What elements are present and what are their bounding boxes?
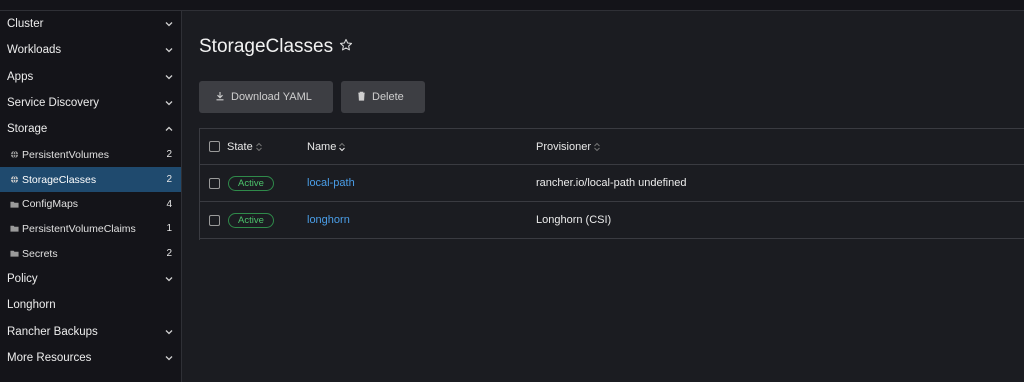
delete-label: Delete <box>372 91 404 103</box>
name-cell: longhorn <box>307 202 350 238</box>
table-row[interactable]: Active local-path rancher.io/local-path … <box>200 165 1024 202</box>
sort-descending-icon <box>338 142 346 152</box>
row-select-cell <box>209 202 220 238</box>
trash-icon <box>357 91 366 104</box>
storageclass-name-link[interactable]: local-path <box>307 177 355 189</box>
storageclass-name-link[interactable]: longhorn <box>307 214 350 226</box>
sidebar-item-storageclasses[interactable]: StorageClasses 2 <box>0 167 181 192</box>
sidebar-group-label: Workloads <box>7 44 62 57</box>
chevron-down-icon <box>164 327 174 337</box>
sidebar-group-workloads[interactable]: Workloads <box>0 37 181 63</box>
star-outline-icon[interactable] <box>339 38 353 56</box>
sidebar-group-apps[interactable]: Apps <box>0 64 181 90</box>
sidebar-group-service-discovery[interactable]: Service Discovery <box>0 90 181 116</box>
row-select-cell <box>209 165 220 201</box>
folder-icon <box>10 249 19 258</box>
sidebar-item-persistentvolumeclaims[interactable]: PersistentVolumeClaims 1 <box>0 217 181 242</box>
folder-icon <box>10 200 19 209</box>
sidebar-group-label: More Resources <box>7 351 92 364</box>
sidebar-item-label: Secrets <box>22 247 58 260</box>
item-count: 2 <box>166 174 172 186</box>
sidebar-group-cluster[interactable]: Cluster <box>0 11 181 37</box>
provisioner-cell: Longhorn (CSI) <box>536 202 611 238</box>
item-count: 4 <box>166 198 172 210</box>
globe-icon <box>10 150 19 159</box>
sidebar-group-label: Cluster <box>7 18 44 31</box>
sidebar-group-label: Longhorn <box>7 299 56 312</box>
column-label: Name <box>307 140 337 153</box>
storageclasses-table: State Name Provisioner Active local-path <box>199 128 1024 240</box>
sidebar-group-label: Apps <box>7 70 34 83</box>
table-row[interactable]: Active longhorn Longhorn (CSI) <box>200 202 1024 239</box>
row-checkbox[interactable] <box>209 177 220 189</box>
column-header-state[interactable]: State <box>227 129 263 164</box>
chevron-down-icon <box>164 274 174 284</box>
chevron-up-icon <box>164 124 174 134</box>
provisioner-value: Longhorn (CSI) <box>536 214 612 226</box>
provisioner-cell: rancher.io/local-path undefined <box>536 165 686 201</box>
main-content: StorageClasses Download YAML Delete Stat… <box>183 11 1024 382</box>
status-badge: Active <box>228 175 274 191</box>
sidebar-item-persistentvolumes[interactable]: PersistentVolumes 2 <box>0 142 181 167</box>
chevron-down-icon <box>164 353 174 363</box>
sidebar-group-more-resources[interactable]: More Resources <box>0 345 181 371</box>
column-label: State <box>227 140 253 153</box>
column-header-name[interactable]: Name <box>307 129 346 164</box>
sidebar-item-secrets[interactable]: Secrets 2 <box>0 241 181 266</box>
download-icon <box>215 91 225 104</box>
chevron-down-icon <box>164 45 174 55</box>
chevron-down-icon <box>164 72 174 82</box>
sidebar-group-label: Rancher Backups <box>7 325 98 338</box>
state-cell: Active <box>228 202 274 238</box>
folder-icon <box>10 224 19 233</box>
column-header-provisioner[interactable]: Provisioner <box>536 129 601 164</box>
select-all-checkbox[interactable] <box>209 141 220 152</box>
item-count: 2 <box>166 248 172 260</box>
sidebar-group-longhorn[interactable]: Longhorn <box>0 292 181 318</box>
download-yaml-button[interactable]: Download YAML <box>199 81 333 113</box>
sidebar: Cluster Workloads Apps Service Discovery… <box>0 11 182 382</box>
page-title-row: StorageClasses <box>199 36 353 58</box>
top-bar <box>0 0 1024 11</box>
column-label: Provisioner <box>536 140 592 153</box>
sort-icon <box>593 142 601 152</box>
sidebar-group-label: Policy <box>7 273 38 286</box>
download-yaml-label: Download YAML <box>231 91 312 103</box>
name-cell: local-path <box>307 165 355 201</box>
globe-icon <box>10 175 19 184</box>
sidebar-group-label: Service Discovery <box>7 97 100 110</box>
select-all-cell <box>209 129 220 164</box>
delete-button[interactable]: Delete <box>341 81 425 113</box>
page-title: StorageClasses <box>199 36 334 57</box>
chevron-down-icon <box>164 19 174 29</box>
row-checkbox[interactable] <box>209 214 220 226</box>
sidebar-group-rancher-backups[interactable]: Rancher Backups <box>0 319 181 345</box>
sidebar-group-storage[interactable]: Storage <box>0 116 181 142</box>
item-count: 1 <box>166 223 172 235</box>
provisioner-value: rancher.io/local-path undefined <box>536 177 687 189</box>
chevron-down-icon <box>164 98 174 108</box>
sidebar-group-policy[interactable]: Policy <box>0 266 181 292</box>
sidebar-item-label: StorageClasses <box>22 173 97 186</box>
sidebar-group-label: Storage <box>7 123 48 136</box>
sidebar-item-label: ConfigMaps <box>22 198 79 211</box>
table-header-row: State Name Provisioner <box>200 129 1024 165</box>
status-badge: Active <box>228 212 274 228</box>
sidebar-item-label: PersistentVolumeClaims <box>22 222 136 235</box>
sidebar-item-configmaps[interactable]: ConfigMaps 4 <box>0 192 181 217</box>
sidebar-item-label: PersistentVolumes <box>22 148 109 161</box>
item-count: 2 <box>166 149 172 161</box>
state-cell: Active <box>228 165 274 201</box>
sort-icon <box>255 142 263 152</box>
